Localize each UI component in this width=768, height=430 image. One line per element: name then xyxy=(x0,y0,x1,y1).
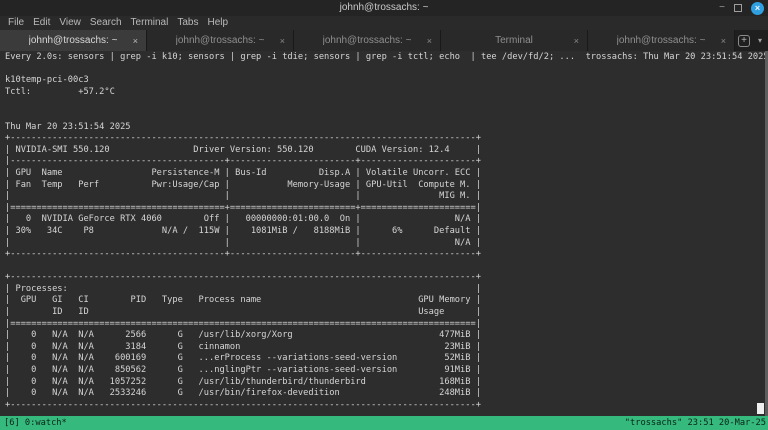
new-tab-icon[interactable]: + xyxy=(737,34,750,47)
tabbar-tools: + ▾ xyxy=(735,30,768,51)
window-title: johnh@trossachs: ~ xyxy=(339,2,429,13)
maximize-icon[interactable] xyxy=(734,4,742,12)
tab-johnh-trossachs-2[interactable]: johnh@trossachs: ~ × xyxy=(147,30,294,51)
tab-terminal[interactable]: Terminal × xyxy=(441,30,588,51)
tab-label: johnh@trossachs: ~ xyxy=(175,35,265,46)
terminal-cursor xyxy=(757,403,764,414)
titlebar[interactable]: johnh@trossachs: ~ − × xyxy=(0,0,768,16)
tab-close-icon[interactable]: × xyxy=(427,36,432,46)
tmux-statusbar: [6] 0:watch* "trossachs" 23:51 20-Mar-25 xyxy=(0,416,768,430)
menu-search[interactable]: Search xyxy=(90,16,122,30)
terminal-output: Every 2.0s: sensors | grep -i k10; senso… xyxy=(5,52,768,410)
menu-tabs[interactable]: Tabs xyxy=(177,16,198,30)
tab-label: johnh@trossachs: ~ xyxy=(322,35,412,46)
tab-close-icon[interactable]: × xyxy=(574,36,579,46)
menu-edit[interactable]: Edit xyxy=(33,16,50,30)
terminal-screen[interactable]: Every 2.0s: sensors | grep -i k10; senso… xyxy=(0,51,768,416)
minimize-icon[interactable]: − xyxy=(719,0,725,16)
menu-help[interactable]: Help xyxy=(207,16,228,30)
terminal-window: johnh@trossachs: ~ − × File Edit View Se… xyxy=(0,0,768,430)
close-icon[interactable]: × xyxy=(751,1,764,15)
tab-close-icon[interactable]: × xyxy=(280,36,285,46)
tab-label: johnh@trossachs: ~ xyxy=(28,35,118,46)
menubar: File Edit View Search Terminal Tabs Help xyxy=(0,16,768,30)
tab-label: johnh@trossachs: ~ xyxy=(616,35,706,46)
tabbar: johnh@trossachs: ~ × johnh@trossachs: ~ … xyxy=(0,30,768,51)
tmux-session-window: [6] 0:watch* xyxy=(4,418,67,428)
tab-johnh-trossachs-3[interactable]: johnh@trossachs: ~ × xyxy=(294,30,441,51)
menu-file[interactable]: File xyxy=(8,16,24,30)
menu-view[interactable]: View xyxy=(59,16,81,30)
tab-johnh-trossachs-4[interactable]: johnh@trossachs: ~ × xyxy=(588,30,735,51)
menu-terminal[interactable]: Terminal xyxy=(131,16,169,30)
tab-label: Terminal xyxy=(495,35,533,46)
tab-menu-chevron-icon[interactable]: ▾ xyxy=(758,36,762,45)
tab-close-icon[interactable]: × xyxy=(721,36,726,46)
tab-johnh-trossachs-1[interactable]: johnh@trossachs: ~ × xyxy=(0,30,147,51)
window-controls: − × xyxy=(719,0,764,16)
tmux-host-clock: "trossachs" 23:51 20-Mar-25 xyxy=(624,418,766,428)
tab-close-icon[interactable]: × xyxy=(133,36,138,46)
